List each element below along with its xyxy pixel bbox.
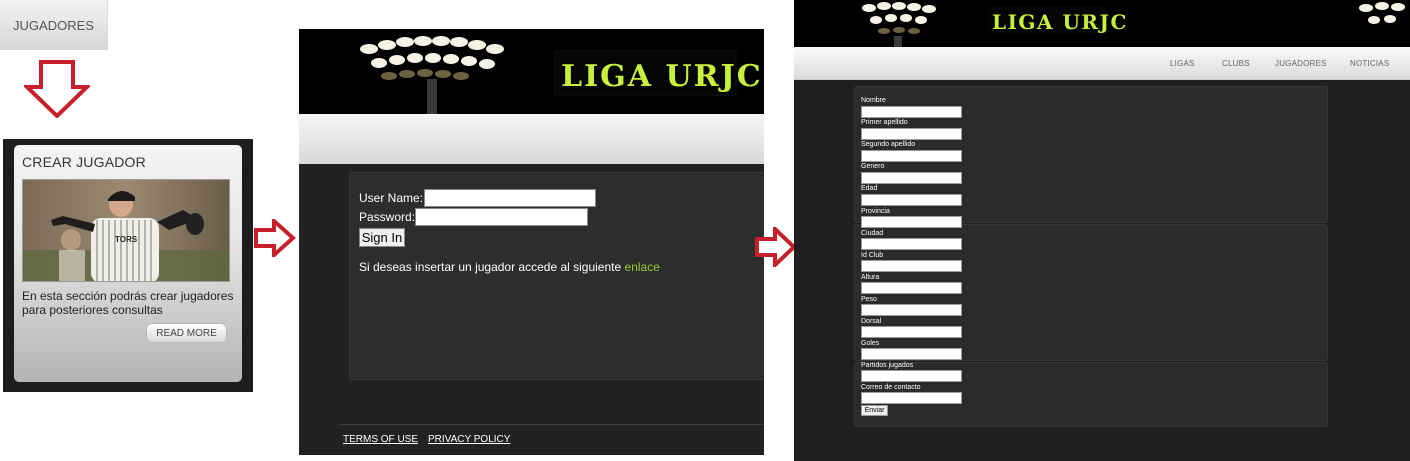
card-description: En esta sección podrás crear jugadores p…: [22, 289, 234, 317]
input-correo-contacto[interactable]: [861, 392, 962, 404]
username-input[interactable]: [424, 189, 596, 207]
input-id-club[interactable]: [861, 260, 962, 272]
field-label-segundo-apellido: Segundo apellido: [861, 141, 916, 148]
footer-divider: [339, 424, 764, 425]
input-genero[interactable]: [861, 172, 962, 184]
field-label-edad: Edad: [861, 185, 878, 192]
nav-ligas[interactable]: LIGAS: [1170, 59, 1195, 68]
nav-tab-jugadores[interactable]: JUGADORES: [0, 0, 108, 50]
password-label: Password:: [359, 210, 416, 224]
sign-in-button[interactable]: Sign In: [359, 228, 405, 247]
arrow-right-icon: [254, 219, 296, 257]
field-label-partidos-jugados: Partidos jugados: [861, 362, 914, 369]
password-input[interactable]: [415, 208, 588, 226]
field-label-ciudad: Ciudad: [861, 230, 884, 237]
terms-of-use-link[interactable]: TERMS OF USE: [343, 434, 418, 445]
nav-noticias[interactable]: NOTICIAS: [1350, 59, 1389, 68]
input-ciudad[interactable]: [861, 238, 962, 250]
input-partidos-jugados[interactable]: [861, 370, 962, 382]
logo-text: LIGA URJC: [992, 10, 1128, 34]
insert-player-info: Si deseas insertar un jugador accede al …: [359, 260, 660, 274]
input-nombre[interactable]: [861, 106, 962, 118]
input-segundo-apellido[interactable]: [861, 150, 962, 162]
input-provincia[interactable]: [861, 216, 962, 228]
enviar-button[interactable]: Enviar: [861, 405, 888, 416]
field-label-correo-contacto: Correo de contacto: [861, 384, 921, 391]
info-text: Si deseas insertar un jugador accede al …: [359, 260, 622, 274]
arrow-down-icon: [24, 60, 90, 118]
input-peso[interactable]: [861, 304, 962, 316]
site-header-banner: LIGA URJC: [794, 0, 1410, 47]
enlace-link[interactable]: enlace: [625, 260, 660, 274]
field-label-provincia: Provincia: [861, 208, 890, 215]
nav-bar: [299, 114, 764, 164]
svg-text:TORS: TORS: [115, 235, 138, 244]
card-title: CREAR JUGADOR: [22, 154, 146, 170]
baseball-player-photo: TORS: [22, 179, 230, 282]
site-header-banner: LIGA URJC: [299, 29, 764, 114]
input-goles[interactable]: [861, 348, 962, 360]
input-edad[interactable]: [861, 194, 962, 206]
privacy-policy-link[interactable]: PRIVACY POLICY: [428, 434, 510, 445]
nav-jugadores[interactable]: JUGADORES: [1275, 59, 1327, 68]
arrow-right-icon: [755, 227, 797, 267]
input-altura[interactable]: [861, 282, 962, 294]
field-label-dorsal: Dorsal: [861, 318, 882, 325]
field-label-genero: Genero: [861, 163, 885, 170]
field-label-primer-apellido: Primer apellido: [861, 119, 908, 126]
field-label-id-club: Id Club: [861, 252, 884, 259]
username-label: User Name:: [359, 191, 424, 205]
nav-clubs[interactable]: CLUBS: [1222, 59, 1250, 68]
field-label-nombre: Nombre: [861, 97, 886, 104]
input-dorsal[interactable]: [861, 326, 962, 338]
field-label-goles: Goles: [861, 340, 880, 347]
field-label-peso: Peso: [861, 296, 877, 303]
field-label-altura: Altura: [861, 274, 880, 281]
logo-text: LIGA URJC: [561, 59, 763, 94]
input-primer-apellido[interactable]: [861, 128, 962, 140]
read-more-button[interactable]: READ MORE: [146, 323, 227, 343]
